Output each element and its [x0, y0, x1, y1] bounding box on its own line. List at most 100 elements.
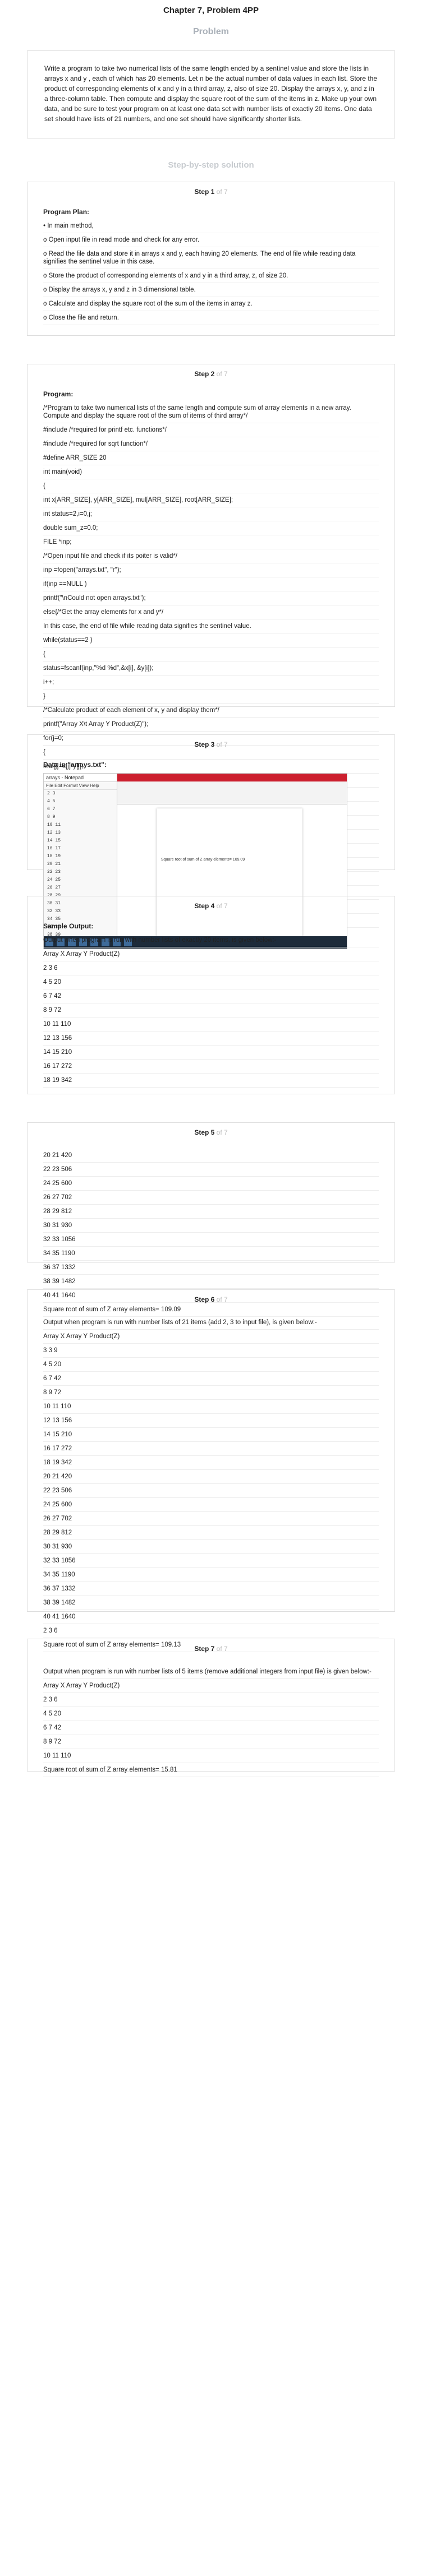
step-line: 20 21 420: [43, 1470, 379, 1484]
step-header: Step 1 of 7: [27, 182, 395, 198]
step-line: if(inp ==NULL ): [43, 577, 379, 591]
step-line: Output when program is run with number l…: [43, 1316, 379, 1330]
step-line: 10 11 110: [43, 1400, 379, 1414]
step-line: 2 3 6: [43, 1624, 379, 1638]
step-line: int main(void): [43, 465, 379, 479]
chapter-title: Chapter 7, Problem 4PP: [163, 6, 259, 15]
step-line: 6 7 42: [43, 989, 379, 1003]
step-header: Step 4 of 7: [27, 896, 395, 912]
step-line: 16 17 272: [43, 1442, 379, 1456]
step-line: 40 41 1640: [43, 1610, 379, 1624]
step-line: 16 17 272: [43, 1060, 379, 1074]
data-row: 18 19: [47, 854, 61, 859]
data-row: 24 25: [47, 877, 61, 882]
steps-container: Step 1 of 7 Program Plan: • In main method…: [0, 182, 422, 1777]
step-line: 14 15 210: [43, 1046, 379, 1060]
step-count: of 7: [216, 1645, 228, 1653]
step-line: Output when program is run with number l…: [43, 933, 379, 947]
data-row: 6 7: [47, 807, 56, 812]
step-count: of 7: [216, 902, 228, 910]
step-line: else{/*Get the array elements for x and …: [43, 605, 379, 619]
step-body: Sample Output: Output when program is run…: [27, 912, 395, 1088]
step-header: Step 2 of 7: [27, 364, 395, 380]
step-label: Step 4: [194, 902, 215, 910]
step-line: 36 37 1332: [43, 1582, 379, 1596]
ribbon-titlebar: [117, 774, 347, 781]
step-line: int status=2,i=0,j;: [43, 507, 379, 521]
step-count: of 7: [216, 370, 228, 378]
step-count: of 7: [216, 188, 228, 196]
step-count: of 7: [216, 741, 228, 748]
solution-heading: Step-by-step solution: [168, 160, 254, 170]
step-line: 10 11 110: [43, 1749, 379, 1763]
step-line: Array X Array Y Product(Z): [43, 1679, 379, 1693]
step-line: #include /*required for sqrt function*/: [43, 437, 379, 451]
step-line: 26 27 702: [43, 1512, 379, 1526]
step-line: o Display the arrays x, y and z in 3 dim…: [43, 283, 379, 297]
step-line: /*Calculate product of each element of x…: [43, 704, 379, 718]
step-line: o Calculate and display the square root …: [43, 297, 379, 311]
step-heading: Program Plan:: [43, 208, 90, 216]
step-header: Step 7 of 7: [27, 1639, 395, 1655]
step-label: Step 1: [194, 188, 215, 196]
step-line: o Close the file and return.: [43, 311, 379, 325]
step-count: of 7: [216, 1129, 228, 1136]
step-line: 36 37 1332: [43, 1261, 379, 1275]
step-line: double sum_z=0.0;: [43, 521, 379, 535]
step-line: 12 13 156: [43, 1032, 379, 1046]
data-row: 22 23: [47, 870, 61, 875]
problem-heading: Problem: [192, 27, 229, 36]
step-line: 24 25 600: [43, 1177, 379, 1191]
step-line: 22 23 506: [43, 1163, 379, 1177]
step-line: inp =fopen("arrays.txt", "r");: [43, 563, 379, 577]
step-label: Step 7: [194, 1645, 215, 1653]
step-line: }: [43, 690, 379, 704]
step-line: /*Program to take two numerical lists of…: [43, 401, 379, 423]
step-label: Step 2: [194, 370, 215, 378]
data-row: 20 21: [47, 862, 61, 867]
step-heading: Sample Output:: [43, 922, 94, 930]
data-row: 26 27: [47, 885, 61, 890]
step-line: Array X Array Y Product(Z): [43, 947, 379, 961]
data-row: 10 11: [47, 822, 61, 827]
step-line: Square root of sum of Z array elements= …: [43, 1763, 379, 1777]
step-line: 20 21 420: [43, 1149, 379, 1163]
step-line: 30 31 930: [43, 1219, 379, 1233]
step-line: 14 15 210: [43, 1428, 379, 1442]
step-4: Step 4 of 7 Sample Output: Output when pro…: [27, 896, 395, 1094]
step-line: 6 7 42: [43, 1721, 379, 1735]
step-line: 22 23 506: [43, 1484, 379, 1498]
problem-text: Write a program to take two numerical li…: [44, 64, 378, 123]
step-7: Step 7 of 7 Output when program is run wi…: [27, 1639, 395, 1777]
step-line: 32 33 1056: [43, 1554, 379, 1568]
step-line: 4 5 20: [43, 975, 379, 989]
solution-page: Chapter 7, Problem 4PP Problem Write a p…: [0, 0, 422, 1777]
step-heading: Program:: [43, 390, 74, 398]
step-line: 38 39 1482: [43, 1275, 379, 1289]
step-line: 24 25 600: [43, 1498, 379, 1512]
step-line: 38 39 1482: [43, 1596, 379, 1610]
step-header: Step 5 of 7: [27, 1123, 395, 1139]
step-line: 2 3 6: [43, 1693, 379, 1707]
step-3: Step 3 of 7 Data in "arrays.txt": arrays -…: [27, 734, 395, 949]
step-1: Step 1 of 7 Program Plan: • In main method…: [27, 182, 395, 336]
data-row: 16 17: [47, 846, 61, 851]
step-line: {: [43, 648, 379, 662]
data-row: 2 3: [47, 791, 56, 796]
step-line: Output when program is run with number l…: [43, 1665, 379, 1679]
step-line: printf("Array X\t Array Y Product(Z)");: [43, 718, 379, 732]
step-line: o Open input file in read mode and check…: [43, 233, 379, 247]
step-body: Output when program is run with number l…: [27, 1306, 395, 1652]
step-line: 8 9 72: [43, 1386, 379, 1400]
step-line: FILE *inp;: [43, 535, 379, 549]
step-label: Step 6: [194, 1296, 215, 1303]
step-heading: Data in "arrays.txt":: [43, 761, 107, 769]
step-line: 26 27 702: [43, 1191, 379, 1205]
data-row: 12 13: [47, 830, 61, 835]
data-row: 4 5: [47, 799, 56, 804]
step-body: Output when program is run with number l…: [27, 1655, 395, 1777]
step-body: Program Plan: • In main method, o Open inp…: [27, 198, 395, 325]
step-header: Step 6 of 7: [27, 1290, 395, 1306]
step-line: 28 29 812: [43, 1526, 379, 1540]
step-2: Step 2 of 7 Program: /*Program to take two…: [27, 364, 395, 928]
